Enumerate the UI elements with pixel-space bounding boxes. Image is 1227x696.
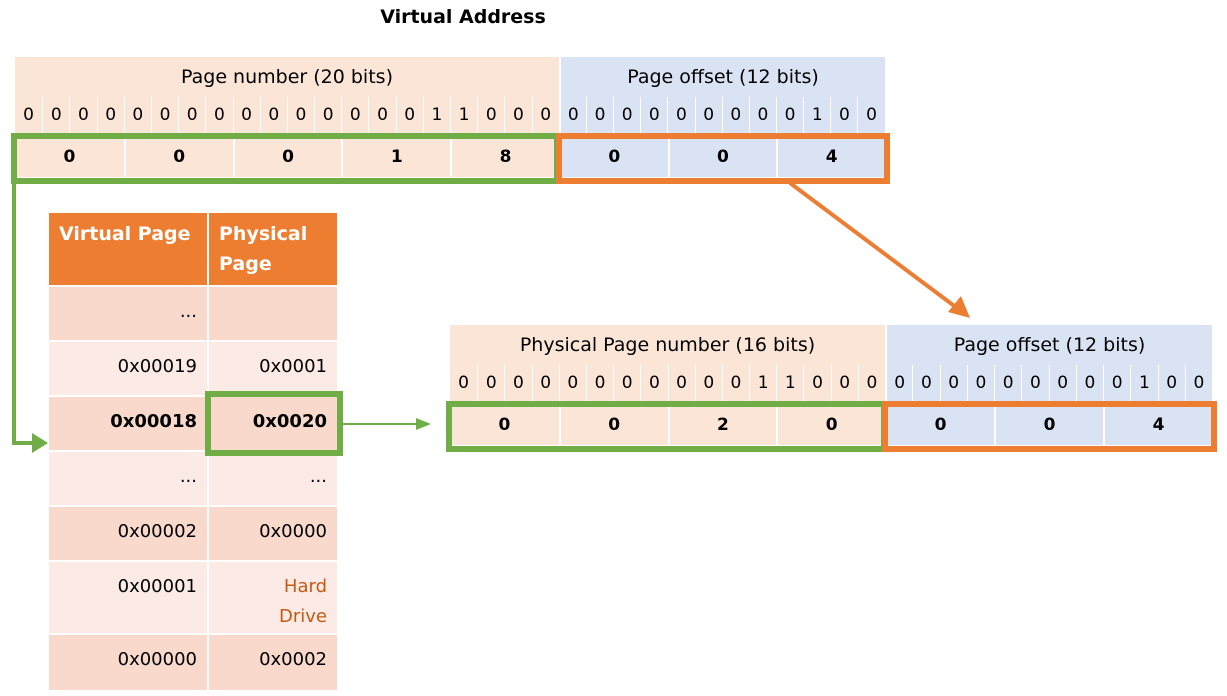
arrows-layer <box>12 181 970 453</box>
offset-copy-arrow <box>788 181 970 318</box>
vpn-to-table-arrow <box>12 183 48 453</box>
pte-to-physical-arrow <box>343 418 431 430</box>
